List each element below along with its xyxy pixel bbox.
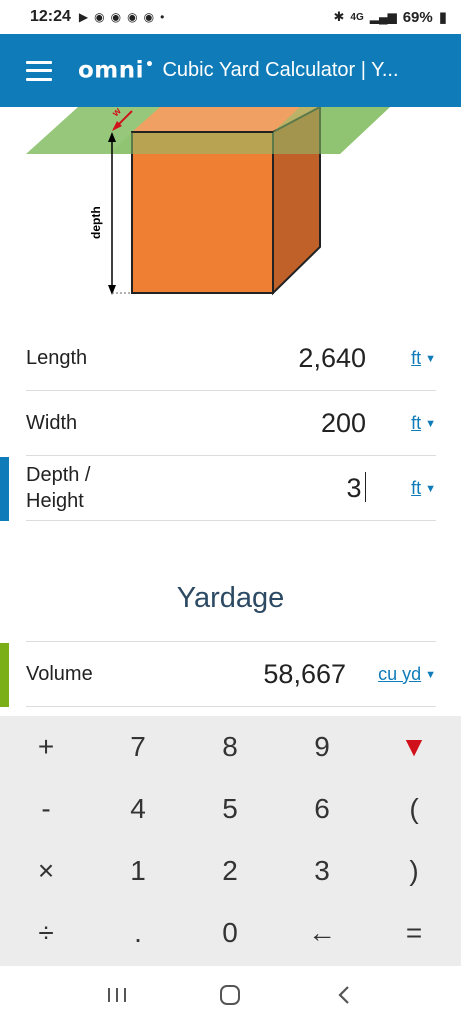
battery-percent: 69% bbox=[402, 8, 433, 26]
key-1[interactable]: 1 bbox=[92, 840, 184, 902]
key-6[interactable]: 6 bbox=[276, 778, 368, 840]
triangle-down-icon: ▼ bbox=[425, 668, 436, 681]
length-row: Length 2,640 ft ▼ bbox=[26, 326, 436, 391]
key-0[interactable]: 0 bbox=[184, 902, 276, 964]
depth-unit-select[interactable]: ft ▼ bbox=[366, 478, 436, 499]
recents-icon[interactable] bbox=[97, 975, 137, 1015]
key-4[interactable]: 4 bbox=[92, 778, 184, 840]
width-row: Width 200 ft ▼ bbox=[26, 391, 436, 456]
key-plus[interactable]: + bbox=[0, 716, 92, 778]
home-icon[interactable] bbox=[210, 975, 250, 1015]
key-8[interactable]: 8 bbox=[184, 716, 276, 778]
cube-front bbox=[131, 131, 274, 294]
app-bar: omni• Cubic Yard Calculator | Y... bbox=[0, 34, 461, 107]
length-unit-select[interactable]: ft ▼ bbox=[366, 348, 436, 369]
hide-keypad-icon[interactable]: ▼ bbox=[368, 716, 460, 778]
triangle-down-icon: ▼ bbox=[425, 417, 436, 430]
width-unit-select[interactable]: ft ▼ bbox=[366, 413, 436, 434]
key-3[interactable]: 3 bbox=[276, 840, 368, 902]
page-title: Cubic Yard Calculator | Y... bbox=[162, 59, 399, 81]
key-7[interactable]: 7 bbox=[92, 716, 184, 778]
signal-icon: ▂▄▆ bbox=[369, 10, 397, 24]
more-dot-icon: • bbox=[160, 10, 165, 24]
key-2[interactable]: 2 bbox=[184, 840, 276, 902]
section-title: Yardage bbox=[176, 582, 285, 614]
app-notification-icon: ◉ bbox=[143, 10, 155, 24]
key-5[interactable]: 5 bbox=[184, 778, 276, 840]
key-close-paren[interactable]: ) bbox=[368, 840, 460, 902]
back-icon[interactable] bbox=[324, 975, 364, 1015]
status-bar: 12:24 ▶ ◉ ◉ ◉ ◉ • ✱ 4G ▂▄▆ 69% ▮ bbox=[0, 0, 461, 34]
width-label: Width bbox=[26, 412, 78, 434]
status-right: ✱ 4G ▂▄▆ 69% ▮ bbox=[333, 8, 447, 27]
depth-input[interactable]: 3 bbox=[346, 472, 366, 504]
volume-output[interactable]: 58,667 bbox=[263, 659, 346, 690]
key-decimal[interactable]: . bbox=[92, 902, 184, 964]
length-input[interactable]: 2,640 bbox=[298, 343, 366, 374]
key-divide[interactable]: ÷ bbox=[0, 902, 92, 964]
length-label: Length bbox=[26, 347, 88, 369]
key-minus[interactable]: - bbox=[0, 778, 92, 840]
triangle-down-icon: ▼ bbox=[425, 352, 436, 365]
key-multiply[interactable]: × bbox=[0, 840, 92, 902]
triangle-down-icon: ▼ bbox=[425, 482, 436, 495]
omni-logo[interactable]: omni• bbox=[78, 57, 154, 84]
bluetooth-icon: ✱ bbox=[333, 9, 345, 24]
youtube-icon: ▶ bbox=[78, 10, 89, 24]
app-notification-icon: ◉ bbox=[94, 10, 105, 24]
active-field-marker bbox=[0, 457, 9, 521]
key-open-paren[interactable]: ( bbox=[368, 778, 460, 840]
network-label: 4G bbox=[350, 11, 364, 23]
key-equals[interactable]: = bbox=[368, 902, 460, 964]
width-input[interactable]: 200 bbox=[321, 408, 366, 439]
notification-icons: ▶ ◉ ◉ ◉ ◉ • bbox=[79, 10, 164, 24]
hamburger-icon[interactable] bbox=[26, 60, 52, 81]
battery-icon: ▮ bbox=[438, 9, 447, 26]
depth-row: Depth / Height 3 ft ▼ bbox=[26, 456, 436, 521]
system-nav-bar bbox=[0, 966, 461, 1024]
volume-row: Volume 58,667 cu yd ▼ bbox=[26, 642, 436, 707]
result-marker bbox=[0, 643, 9, 707]
cube-illustration: depth w bbox=[26, 107, 390, 296]
volume-unit-select[interactable]: cu yd ▼ bbox=[346, 664, 436, 685]
key-9[interactable]: 9 bbox=[276, 716, 368, 778]
backspace-key[interactable]: ← bbox=[276, 902, 368, 964]
depth-label: Depth / Height bbox=[26, 464, 91, 512]
depth-label: depth bbox=[89, 206, 103, 239]
numeric-keypad: + 7 8 9 ▼ - 4 5 6 ( × 1 2 3 ) ÷ . 0 ← = bbox=[0, 716, 461, 966]
app-notification-icon: ◉ bbox=[127, 10, 138, 24]
app-notification-icon: ◉ bbox=[110, 10, 122, 24]
volume-label: Volume bbox=[26, 663, 93, 685]
status-time: 12:24 bbox=[30, 8, 71, 25]
